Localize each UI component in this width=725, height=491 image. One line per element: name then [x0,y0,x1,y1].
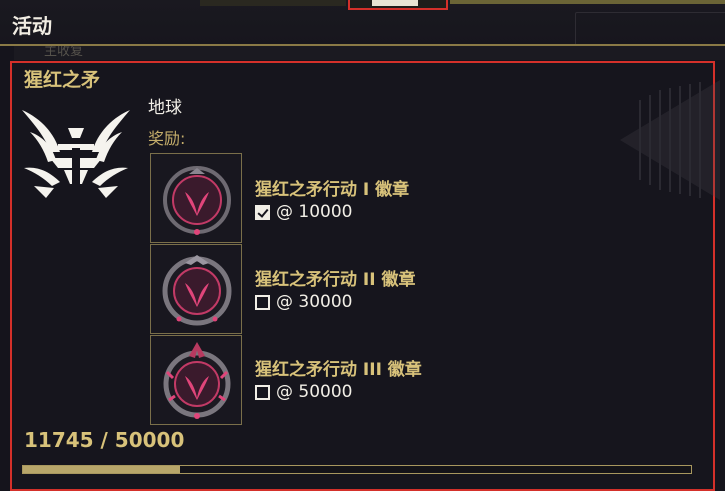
reward-name-1: 猩红之矛行动 I 徽章 [255,180,410,200]
page-title: 活动 [12,14,52,38]
completed-checkbox-icon [255,204,270,220]
background-chevron-icon [620,80,720,200]
empty-checkbox-icon [255,294,270,310]
tab-strip-right [450,0,725,4]
top-bar: 活动 [0,0,725,54]
planet-name: 地球 [148,98,182,118]
reward-badge-1[interactable] [150,153,242,243]
reward-badge-2[interactable] [150,244,242,334]
empty-checkbox-icon [255,384,270,400]
progress-text: 11745 / 50000 [24,428,185,452]
reward-badge-3[interactable] [150,335,242,425]
sub-header-label: 主收复 [44,46,84,59]
rewards-label: 奖励: [148,129,186,148]
scarlet-spear-emblem-icon [22,110,130,198]
reward-requirement-3: @ 50000 [255,382,352,402]
reward-threshold-1: @ 10000 [276,202,353,222]
progress-bar [22,465,692,474]
badge-tier-2-icon [162,255,232,326]
progress-bar-fill [23,466,180,473]
badge-tier-3-icon [163,342,231,419]
reward-threshold-2: @ 30000 [276,292,353,312]
active-tab-indicator [372,0,418,6]
tab-strip [200,0,346,6]
event-title: 猩红之矛 [24,69,101,91]
reward-name-3: 猩红之矛行动 III 徽章 [255,360,422,380]
reward-threshold-3: @ 50000 [276,382,353,402]
sub-header: 主收复 [14,46,725,60]
reward-requirement-1: @ 10000 [255,202,352,222]
reward-requirement-2: @ 30000 [255,292,352,312]
badge-tier-1-icon [163,166,231,235]
reward-name-2: 猩红之矛行动 II 徽章 [255,270,416,290]
